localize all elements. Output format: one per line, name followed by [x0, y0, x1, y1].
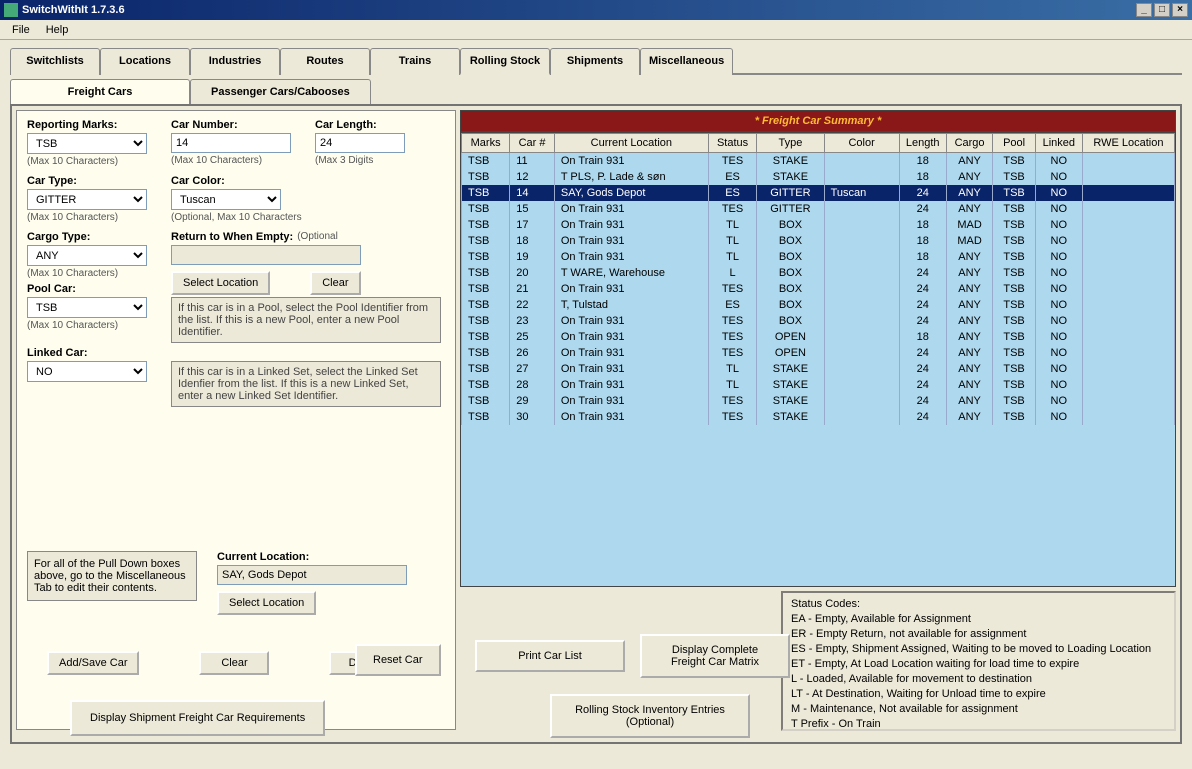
- menu-help[interactable]: Help: [38, 22, 77, 38]
- col-header[interactable]: Type: [757, 134, 824, 153]
- summary-grid[interactable]: MarksCar #Current LocationStatusTypeColo…: [460, 132, 1176, 587]
- current-location-label: Current Location:: [217, 551, 309, 563]
- summary-title: * Freight Car Summary *: [460, 110, 1176, 132]
- linked-car-help: If this car is in a Linked Set, select t…: [171, 361, 441, 407]
- table-row[interactable]: TSB29On Train 931TESSTAKE24ANYTSBNO: [462, 393, 1175, 409]
- tab-switchlists[interactable]: Switchlists: [10, 48, 100, 75]
- cargo-type-select[interactable]: ANY: [27, 245, 147, 266]
- app-title: SwitchWithIt 1.7.3.6: [22, 4, 125, 16]
- main-tabs: SwitchlistsLocationsIndustriesRoutesTrai…: [10, 46, 1182, 75]
- car-type-label: Car Type:: [27, 175, 147, 187]
- tab-miscellaneous[interactable]: Miscellaneous: [640, 48, 733, 75]
- table-row[interactable]: TSB12T PLS, P. Lade & sønESSTAKE18ANYTSB…: [462, 169, 1175, 185]
- table-row[interactable]: TSB20T WARE, WarehouseLBOX24ANYTSBNO: [462, 265, 1175, 281]
- return-empty-input[interactable]: [171, 245, 361, 265]
- linked-car-select[interactable]: NO: [27, 361, 147, 382]
- table-row[interactable]: TSB27On Train 931TLSTAKE24ANYTSBNO: [462, 361, 1175, 377]
- table-row[interactable]: TSB23On Train 931TESBOX24ANYTSBNO: [462, 313, 1175, 329]
- tab-locations[interactable]: Locations: [100, 48, 190, 75]
- table-row[interactable]: TSB11On Train 931TESSTAKE18ANYTSBNO: [462, 153, 1175, 170]
- table-row[interactable]: TSB17On Train 931TLBOX18MADTSBNO: [462, 217, 1175, 233]
- titlebar: SwitchWithIt 1.7.3.6 _ □ ×: [0, 0, 1192, 20]
- maximize-button[interactable]: □: [1154, 3, 1170, 17]
- car-color-label: Car Color:: [171, 175, 371, 187]
- reporting-marks-select[interactable]: TSB: [27, 133, 147, 154]
- app-icon: [4, 3, 18, 17]
- tab-rolling-stock[interactable]: Rolling Stock: [460, 48, 550, 75]
- pool-car-select[interactable]: TSB: [27, 297, 147, 318]
- display-matrix-button[interactable]: Display Complete Freight Car Matrix: [640, 634, 790, 678]
- table-row[interactable]: TSB22T, TulstadESBOX24ANYTSBNO: [462, 297, 1175, 313]
- menubar: File Help: [0, 20, 1192, 40]
- tab-shipments[interactable]: Shipments: [550, 48, 640, 75]
- car-length-input[interactable]: [315, 133, 405, 153]
- col-header[interactable]: Cargo: [946, 134, 993, 153]
- col-header[interactable]: Status: [708, 134, 756, 153]
- print-car-list-button[interactable]: Print Car List: [475, 640, 625, 672]
- car-type-hint: (Max 10 Characters): [27, 212, 147, 223]
- car-type-select[interactable]: GITTER: [27, 189, 147, 210]
- tab-industries[interactable]: Industries: [190, 48, 280, 75]
- table-row[interactable]: TSB14SAY, Gods DepotESGITTERTuscan24ANYT…: [462, 185, 1175, 201]
- tab-routes[interactable]: Routes: [280, 48, 370, 75]
- cargo-type-hint: (Max 10 Characters): [27, 268, 147, 279]
- car-color-hint: (Optional, Max 10 Characters: [171, 212, 371, 223]
- display-requirements-button[interactable]: Display Shipment Freight Car Requirement…: [70, 700, 325, 736]
- car-number-input[interactable]: [171, 133, 291, 153]
- return-empty-hint: (Optional: [297, 231, 338, 245]
- reporting-marks-hint: (Max 10 Characters): [27, 156, 147, 167]
- col-header[interactable]: Pool: [993, 134, 1035, 153]
- pool-car-help: If this car is in a Pool, select the Poo…: [171, 297, 441, 343]
- col-header[interactable]: Car #: [510, 134, 555, 153]
- pool-car-hint: (Max 10 Characters): [27, 320, 147, 331]
- car-color-select[interactable]: Tuscan: [171, 189, 281, 210]
- sub-tabs: Freight CarsPassenger Cars/Cabooses: [10, 79, 1182, 104]
- reset-car-button[interactable]: Reset Car: [355, 644, 441, 676]
- table-row[interactable]: TSB28On Train 931TLSTAKE24ANYTSBNO: [462, 377, 1175, 393]
- table-row[interactable]: TSB18On Train 931TLBOX18MADTSBNO: [462, 233, 1175, 249]
- return-empty-label: Return to When Empty:: [171, 231, 293, 243]
- misc-hint: For all of the Pull Down boxes above, go…: [27, 551, 197, 601]
- car-length-hint: (Max 3 Digits: [315, 155, 405, 166]
- table-row[interactable]: TSB21On Train 931TESBOX24ANYTSBNO: [462, 281, 1175, 297]
- table-row[interactable]: TSB30On Train 931TESSTAKE24ANYTSBNO: [462, 409, 1175, 425]
- linked-car-label: Linked Car:: [27, 347, 147, 359]
- reporting-marks-label: Reporting Marks:: [27, 119, 147, 131]
- tab-trains[interactable]: Trains: [370, 48, 460, 75]
- add-save-button[interactable]: Add/Save Car: [47, 651, 139, 675]
- pool-car-label: Pool Car:: [27, 283, 147, 295]
- current-location-input[interactable]: [217, 565, 407, 585]
- car-number-hint: (Max 10 Characters): [171, 155, 291, 166]
- status-codes-box: Status Codes:EA - Empty, Available for A…: [781, 591, 1176, 731]
- return-clear-button[interactable]: Clear: [310, 271, 360, 295]
- table-row[interactable]: TSB19On Train 931TLBOX18ANYTSBNO: [462, 249, 1175, 265]
- col-header[interactable]: Linked: [1035, 134, 1082, 153]
- car-length-label: Car Length:: [315, 119, 405, 131]
- col-header[interactable]: Color: [824, 134, 899, 153]
- cargo-type-label: Cargo Type:: [27, 231, 147, 243]
- minimize-button[interactable]: _: [1136, 3, 1152, 17]
- return-select-location-button[interactable]: Select Location: [171, 271, 270, 295]
- table-row[interactable]: TSB25On Train 931TESOPEN18ANYTSBNO: [462, 329, 1175, 345]
- col-header[interactable]: Marks: [462, 134, 510, 153]
- col-header[interactable]: Length: [899, 134, 946, 153]
- col-header[interactable]: Current Location: [554, 134, 708, 153]
- close-button[interactable]: ×: [1172, 3, 1188, 17]
- clear-button[interactable]: Clear: [199, 651, 269, 675]
- col-header[interactable]: RWE Location: [1082, 134, 1174, 153]
- subtab-freight-cars[interactable]: Freight Cars: [10, 79, 190, 104]
- form-pane: Reporting Marks: TSB (Max 10 Characters)…: [16, 110, 456, 730]
- table-row[interactable]: TSB15On Train 931TESGITTER24ANYTSBNO: [462, 201, 1175, 217]
- car-number-label: Car Number:: [171, 119, 291, 131]
- current-select-location-button[interactable]: Select Location: [217, 591, 316, 615]
- inventory-button[interactable]: Rolling Stock Inventory Entries (Optiona…: [550, 694, 750, 738]
- table-row[interactable]: TSB26On Train 931TESOPEN24ANYTSBNO: [462, 345, 1175, 361]
- menu-file[interactable]: File: [4, 22, 38, 38]
- subtab-passenger-cars-cabooses[interactable]: Passenger Cars/Cabooses: [190, 79, 371, 104]
